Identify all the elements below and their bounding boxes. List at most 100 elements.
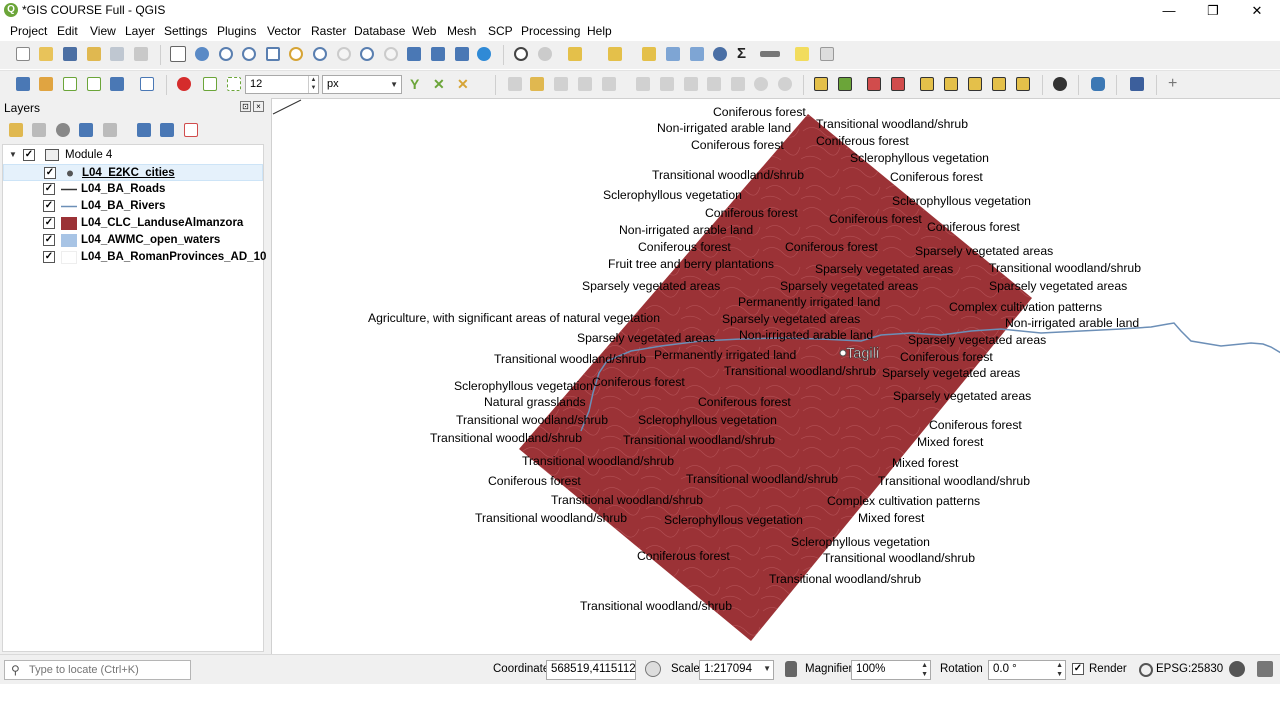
messages-icon[interactable] [1229, 661, 1245, 677]
select-features-icon[interactable] [568, 47, 582, 61]
label-tool-icon[interactable] [814, 77, 828, 91]
temporal-controller-icon[interactable] [455, 47, 469, 61]
attribute-table-icon[interactable] [666, 47, 680, 61]
menu-web[interactable]: Web [412, 24, 436, 38]
undo-icon[interactable] [754, 77, 768, 91]
menu-settings[interactable]: Settings [164, 24, 207, 38]
intersection-icon[interactable]: ✕ [457, 77, 471, 91]
plugin-globe-icon[interactable] [1053, 77, 1067, 91]
add-feature-icon[interactable] [578, 77, 592, 91]
zoom-last-icon[interactable] [360, 47, 374, 61]
save-edits-icon[interactable] [554, 77, 568, 91]
vertex-tool-icon[interactable] [203, 77, 217, 91]
layer-row[interactable]: ✓ L04_BA_RomanProvinces_AD_100 [3, 249, 273, 266]
change-label-icon[interactable] [968, 77, 982, 91]
show-layout-manager-icon[interactable] [110, 47, 124, 61]
data-source-manager-icon[interactable] [16, 77, 30, 91]
spin-arrows-icon[interactable]: ▲ ▼ [921, 661, 928, 679]
layer-checkbox[interactable]: ✓ [43, 183, 55, 195]
lock-icon[interactable] [785, 661, 797, 677]
paste-features-icon[interactable] [731, 77, 745, 91]
layer-checkbox[interactable]: ✓ [43, 251, 55, 263]
layer-labeling-icon[interactable] [838, 77, 852, 91]
collapse-all-icon[interactable] [160, 123, 174, 137]
menu-database[interactable]: Database [354, 24, 405, 38]
menu-help[interactable]: Help [587, 24, 612, 38]
minimize-button[interactable]: — [1146, 0, 1192, 21]
locator-bar[interactable]: ⚲ [4, 660, 191, 680]
expand-all-icon[interactable] [137, 123, 151, 137]
zoom-next-icon[interactable] [384, 47, 398, 61]
modify-attributes-icon[interactable] [636, 77, 650, 91]
close-button[interactable]: ✕ [1234, 0, 1280, 21]
annotation-icon[interactable] [820, 47, 834, 61]
close-panel-icon[interactable]: × [253, 101, 264, 112]
menu-vector[interactable]: Vector [267, 24, 301, 38]
menu-mesh[interactable]: Mesh [447, 24, 476, 38]
magnifier-field[interactable]: 100% ▲ ▼ [851, 660, 931, 680]
coordinate-field[interactable]: 568519,4115112 [546, 660, 636, 680]
select-by-value-icon[interactable] [608, 47, 622, 61]
toggle-editing-icon[interactable] [508, 77, 522, 91]
add-database-layer-icon[interactable] [110, 77, 124, 91]
snapping-icon[interactable] [177, 77, 191, 91]
refresh-icon[interactable] [477, 47, 491, 61]
layer-checkbox[interactable]: ✓ [43, 200, 55, 212]
spin-arrows-icon[interactable]: ▲ ▼ [1056, 661, 1063, 679]
cut-features-icon[interactable] [684, 77, 698, 91]
identify-features-icon[interactable] [514, 47, 528, 61]
field-calculator-icon[interactable] [690, 47, 704, 61]
layer-group-module4[interactable]: ▼ ✓ Module 4 [3, 147, 263, 164]
zoom-native-icon[interactable] [337, 47, 351, 61]
spin-arrows-icon[interactable]: ▲ ▼ [308, 76, 318, 93]
copy-features-icon[interactable] [707, 77, 721, 91]
unit-select[interactable]: px ▼ [322, 75, 402, 94]
group-checkbox[interactable]: ✓ [23, 149, 35, 161]
open-project-icon[interactable] [39, 47, 53, 61]
new-project-icon[interactable] [16, 47, 30, 61]
menu-project[interactable]: Project [10, 24, 47, 38]
map-tips-icon[interactable] [795, 47, 809, 61]
redo-icon[interactable] [778, 77, 792, 91]
layer-row[interactable]: ✓ L04_BA_Roads [3, 181, 263, 198]
zoom-full-icon[interactable] [266, 47, 280, 61]
crs-label[interactable]: EPSG:25830 [1156, 663, 1223, 675]
zoom-to-selection-icon[interactable] [289, 47, 303, 61]
map-canvas[interactable]: Tagili Coniferous forest Non-irrigated ar… [271, 98, 1280, 654]
layer-checkbox[interactable]: ✓ [44, 167, 56, 179]
run-action-icon[interactable] [538, 47, 552, 61]
pencil-icon[interactable] [530, 77, 544, 91]
remove-icon[interactable]: ✕ [433, 77, 447, 91]
show-bookmarks-icon[interactable] [431, 47, 445, 61]
layer-row[interactable]: ✓ L04_CLC_LanduseAlmanzora [3, 215, 263, 232]
add-text-layer-icon[interactable] [140, 77, 154, 91]
zoom-out-icon[interactable] [242, 47, 256, 61]
menu-raster[interactable]: Raster [311, 24, 346, 38]
menu-layer[interactable]: Layer [125, 24, 155, 38]
toggle-extent-icon[interactable] [645, 661, 661, 677]
vertex-editor-icon[interactable] [602, 77, 616, 91]
statistical-summary-icon[interactable]: Σ [737, 46, 751, 61]
measure-icon[interactable] [760, 51, 780, 57]
split-icon[interactable]: Y [410, 77, 424, 91]
layer-checkbox[interactable]: ✓ [43, 234, 55, 246]
locator-input[interactable] [29, 663, 187, 677]
new-print-layout-icon[interactable] [87, 47, 101, 61]
show-hide-labels-icon[interactable] [891, 77, 905, 91]
layer-row[interactable]: ✓ L04_E2KC_cities [3, 164, 263, 181]
add-vector-layer-icon[interactable] [63, 77, 77, 91]
crosshair-icon[interactable]: + [1168, 76, 1182, 92]
filter-legend-icon[interactable] [79, 123, 93, 137]
menu-view[interactable]: View [90, 24, 116, 38]
menu-processing[interactable]: Processing [521, 24, 580, 38]
filter-by-expression-icon[interactable] [103, 123, 117, 137]
symbol-size-spinbox[interactable]: 12 ▲ ▼ [245, 75, 319, 94]
layer-row[interactable]: ✓ L04_BA_Rivers [3, 198, 263, 215]
save-project-icon[interactable] [63, 47, 77, 61]
digitize-icon[interactable] [87, 77, 101, 91]
python-console-icon[interactable] [1091, 77, 1105, 91]
remove-layer-icon[interactable] [184, 123, 198, 137]
log-icon[interactable] [1257, 661, 1273, 677]
rotate-label-icon[interactable] [944, 77, 958, 91]
open-layer-styling-icon[interactable] [9, 123, 23, 137]
